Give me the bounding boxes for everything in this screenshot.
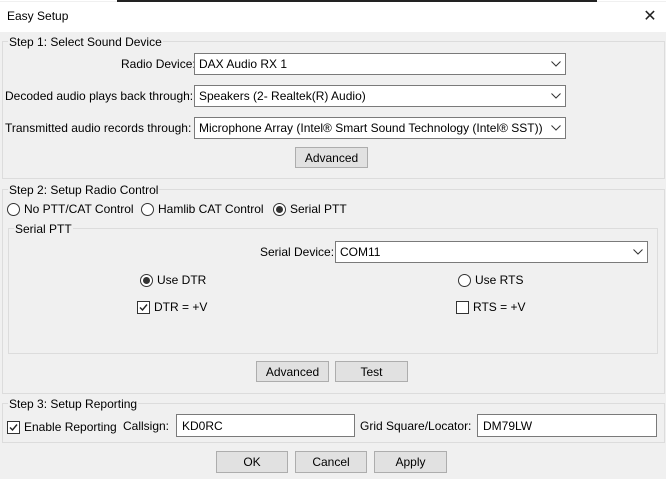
chevron-down-icon — [547, 86, 565, 106]
grid-label: Grid Square/Locator: — [360, 419, 472, 433]
radio-button-selected — [140, 273, 153, 287]
checkbox-enable-reporting[interactable]: Enable Reporting — [7, 420, 117, 434]
radio-serial-ptt[interactable]: Serial PTT — [273, 202, 347, 216]
callsign-label: Callsign: — [123, 419, 170, 433]
close-icon[interactable]: ✕ — [640, 6, 660, 26]
window-title: Easy Setup — [7, 9, 69, 23]
checkmark-icon — [137, 300, 150, 314]
radio-button — [7, 202, 20, 216]
grid-locator-input[interactable]: DM79LW — [477, 414, 657, 437]
radio-button-selected — [273, 202, 286, 216]
record-device-select[interactable]: Microphone Array (Intel® Smart Sound Tec… — [194, 117, 566, 139]
title-bar — [0, 2, 666, 32]
chevron-down-icon — [547, 54, 565, 74]
radio-no-ptt[interactable]: No PTT/CAT Control — [7, 202, 134, 216]
radio-hamlib-cat[interactable]: Hamlib CAT Control — [141, 202, 264, 216]
chevron-down-icon — [547, 118, 565, 138]
radio-device-select[interactable]: DAX Audio RX 1 — [194, 53, 566, 75]
serial-device-select[interactable]: COM11 — [335, 241, 648, 263]
step1-title: Step 1: Select Sound Device — [8, 35, 163, 49]
serial-ptt-title: Serial PTT — [14, 222, 73, 236]
step3-title: Step 3: Setup Reporting — [8, 397, 139, 411]
checkbox-empty — [456, 300, 469, 314]
step2-title: Step 2: Setup Radio Control — [8, 183, 160, 197]
radio-use-rts[interactable]: Use RTS — [458, 273, 523, 287]
serial-device-label: Serial Device: — [260, 245, 335, 259]
checkmark-icon — [7, 420, 20, 434]
radio-button — [141, 202, 154, 216]
record-label: Transmitted audio records through: — [5, 121, 192, 135]
radio-use-dtr[interactable]: Use DTR — [140, 273, 206, 287]
playback-device-select[interactable]: Speakers (2- Realtek(R) Audio) — [194, 85, 566, 107]
apply-button[interactable]: Apply — [374, 451, 447, 473]
step1-advanced-button[interactable]: Advanced — [295, 147, 368, 168]
test-button[interactable]: Test — [335, 361, 408, 382]
checkbox-dtr-positive[interactable]: DTR = +V — [137, 300, 207, 314]
radio-button — [458, 273, 471, 287]
chevron-down-icon — [629, 242, 647, 262]
ok-button[interactable]: OK — [216, 451, 288, 473]
callsign-input[interactable]: KD0RC — [176, 414, 355, 437]
checkbox-rts-positive[interactable]: RTS = +V — [456, 300, 525, 314]
playback-label: Decoded audio plays back through: — [5, 89, 194, 103]
step2-advanced-button[interactable]: Advanced — [256, 361, 329, 382]
cancel-button[interactable]: Cancel — [295, 451, 367, 473]
radio-device-label: Radio Device: — [121, 57, 196, 71]
